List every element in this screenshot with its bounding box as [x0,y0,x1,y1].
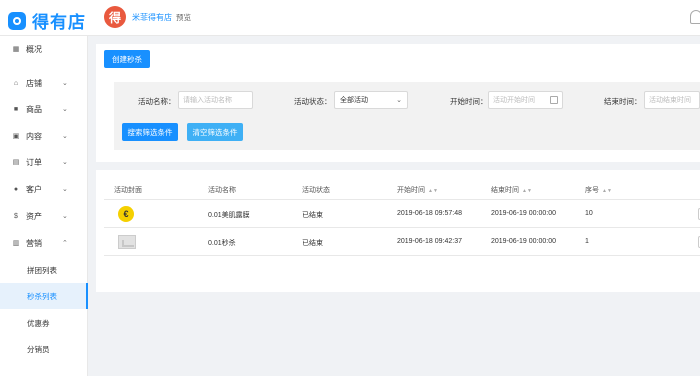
calendar-icon [550,96,558,104]
cell-index: 1 [585,238,589,245]
sort-icon: ▲▼ [428,188,438,194]
cell-end-time: 2019-06-19 00:00:00 [491,210,556,217]
sidebar-item-label: 客户 [26,184,42,194]
search-filter-button[interactable]: 搜索筛选条件 [122,123,178,141]
sidebar-sub-coupons[interactable]: 优惠券 [0,310,88,336]
chevron-down-icon: ⌄ [396,97,402,104]
cell-status: 已结束 [302,212,323,219]
sidebar-item-marketing[interactable]: ▥ 营销 ⌃ [0,230,88,256]
sort-icon: ▲▼ [522,188,532,194]
sidebar-item-orders[interactable]: ▤ 订单 ⌄ [0,149,88,175]
chevron-down-icon: ⌄ [62,186,68,193]
activity-status-label: 活动状态： [294,97,332,106]
asset-icon: $ [14,212,18,220]
customer-icon: ● [13,185,19,193]
sort-icon: ▲▼ [602,188,612,194]
table-row: € 0.01美肌露膜 已结束 2019-06-18 09:57:48 2019-… [104,200,700,228]
sidebar-item-label: 概况 [26,44,42,54]
start-time-label: 开始时间： [450,97,488,106]
activity-name-label: 活动名称： [138,97,176,106]
cell-start-time: 2019-06-18 09:57:48 [397,210,462,217]
sidebar-sub-distributors[interactable]: 分销员 [0,336,88,362]
order-icon: ▤ [12,159,20,166]
header-status: 活动状态 [302,187,330,194]
activity-status-value: 全部活动 [340,97,368,104]
sidebar-item-label: 营销 [26,238,42,248]
cell-name: 0.01秒杀 [208,240,236,247]
activity-table: 活动封面 活动名称 活动状态 开始时间 ▲▼ 结束时间 ▲▼ 序号 ▲▼ € 0.01… [96,170,700,292]
start-time-input[interactable]: 活动开始时间 [488,91,563,109]
sidebar-item-customers[interactable]: ● 客户 ⌄ [0,176,88,202]
shop-icon: ⌂ [13,79,19,87]
sidebar-item-label: 商品 [26,104,42,114]
bell-icon[interactable] [690,10,700,24]
sidebar: ▦ 概况 ⌂ 店铺 ⌄ ■ 商品 ⌄ ▣ 内容 ⌄ ▤ 订单 ⌄ ● 客户 ⌄ … [0,36,88,376]
table-header: 活动封面 活动名称 活动状态 开始时间 ▲▼ 结束时间 ▲▼ 序号 ▲▼ [104,178,700,200]
create-flash-sale-button[interactable]: 创建秒杀 [104,50,150,68]
cell-name: 0.01美肌露膜 [208,212,250,219]
sidebar-item-label: 店铺 [26,78,42,88]
logo-icon [8,11,26,30]
sidebar-sub-group-buy[interactable]: 拼团列表 [0,257,88,283]
sidebar-item-label: 内容 [26,131,42,141]
start-time-placeholder: 活动开始时间 [493,97,535,104]
filter-panel: 创建秒杀 活动名称： 请输入活动名称 活动状态： 全部活动 ⌄ 开始时间： 活动… [96,44,700,162]
cell-index: 10 [585,210,593,217]
cover-thumbnail: € [118,206,134,222]
grid-icon: ▦ [12,46,20,53]
chevron-down-icon: ⌄ [62,133,68,140]
cell-status: 已结束 [302,240,323,247]
header-index[interactable]: 序号 ▲▼ [585,185,612,195]
sidebar-item-content[interactable]: ▣ 内容 ⌄ [0,123,88,149]
marketing-icon: ▥ [12,240,20,247]
chevron-down-icon: ⌄ [62,80,68,87]
activity-name-input[interactable]: 请输入活动名称 [178,91,253,109]
end-time-label: 结束时间： [604,97,642,106]
sidebar-item-overview[interactable]: ▦ 概况 [0,36,88,62]
top-bar: 得有店 得 米菲得有店 预览 [0,0,700,36]
logo[interactable]: 得有店 [8,8,86,33]
clear-filter-button[interactable]: 清空筛选条件 [187,123,243,141]
shop-name[interactable]: 米菲得有店 [132,12,172,23]
shop-avatar[interactable]: 得 [104,6,126,28]
header-start-time[interactable]: 开始时间 ▲▼ [397,185,438,195]
sidebar-sub-flash-sale[interactable]: 秒杀列表 [0,283,88,309]
sidebar-item-label: 订单 [26,157,42,167]
sidebar-item-goods[interactable]: ■ 商品 ⌄ [0,96,88,122]
end-time-input[interactable]: 活动结束时间 [644,91,700,109]
chevron-down-icon: ⌄ [62,159,68,166]
table-row: 0.01秒杀 已结束 2019-06-18 09:42:37 2019-06-1… [104,228,700,256]
header-name: 活动名称 [208,187,236,194]
sidebar-item-assets[interactable]: $ 资产 ⌄ [0,203,88,229]
activity-status-select[interactable]: 全部活动 ⌄ [334,91,408,109]
header-cover: 活动封面 [114,187,142,194]
cell-start-time: 2019-06-18 09:42:37 [397,238,462,245]
chevron-down-icon: ⌄ [62,213,68,220]
filter-area: 活动名称： 请输入活动名称 活动状态： 全部活动 ⌄ 开始时间： 活动开始时间 … [114,82,700,150]
chevron-down-icon: ⌄ [62,106,68,113]
cell-end-time: 2019-06-19 00:00:00 [491,238,556,245]
preview-link[interactable]: 预览 [176,12,191,23]
sidebar-item-shop[interactable]: ⌂ 店铺 ⌄ [0,70,88,96]
header-end-time[interactable]: 结束时间 ▲▼ [491,185,532,195]
chevron-up-icon: ⌃ [62,240,68,247]
logo-text: 得有店 [32,13,86,32]
sidebar-item-label: 资产 [26,211,42,221]
image-placeholder-icon [118,235,136,249]
content-icon: ▣ [12,133,20,140]
goods-icon: ■ [13,105,19,113]
